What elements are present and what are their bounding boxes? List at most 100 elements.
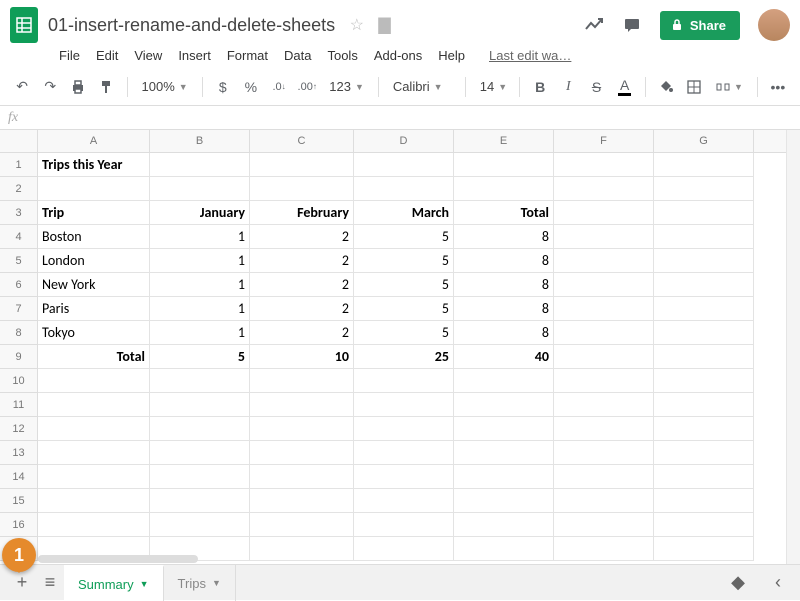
- cell[interactable]: [150, 513, 250, 537]
- cell[interactable]: [150, 369, 250, 393]
- cell[interactable]: [554, 345, 654, 369]
- cell[interactable]: [454, 417, 554, 441]
- explore-icon[interactable]: ◆: [724, 569, 752, 597]
- cell[interactable]: 40: [454, 345, 554, 369]
- cell[interactable]: [354, 513, 454, 537]
- font-select[interactable]: Calibri▼: [387, 76, 457, 97]
- cell[interactable]: [554, 465, 654, 489]
- row-header[interactable]: 1: [0, 153, 38, 177]
- currency-icon[interactable]: $: [211, 74, 235, 100]
- cell[interactable]: [654, 393, 754, 417]
- menu-data[interactable]: Data: [277, 44, 318, 67]
- undo-icon[interactable]: ↶: [10, 74, 34, 100]
- row-header[interactable]: 3: [0, 201, 38, 225]
- cell[interactable]: [654, 297, 754, 321]
- cell[interactable]: 8: [454, 249, 554, 273]
- cell[interactable]: [250, 393, 354, 417]
- cell[interactable]: [150, 465, 250, 489]
- cell[interactable]: [554, 321, 654, 345]
- cell[interactable]: [554, 273, 654, 297]
- cell[interactable]: [150, 393, 250, 417]
- cell[interactable]: 2: [250, 273, 354, 297]
- cell[interactable]: [250, 417, 354, 441]
- row-header[interactable]: 12: [0, 417, 38, 441]
- cell[interactable]: [38, 369, 150, 393]
- italic-icon[interactable]: I: [556, 74, 580, 100]
- cell[interactable]: [354, 465, 454, 489]
- cell[interactable]: [354, 489, 454, 513]
- cell[interactable]: [654, 225, 754, 249]
- comments-icon[interactable]: [622, 15, 642, 35]
- cell[interactable]: [554, 177, 654, 201]
- formula-bar[interactable]: fx: [0, 106, 800, 130]
- cell[interactable]: [654, 177, 754, 201]
- cell[interactable]: [554, 513, 654, 537]
- cell[interactable]: [38, 513, 150, 537]
- cell[interactable]: 1: [150, 225, 250, 249]
- user-avatar[interactable]: [758, 9, 790, 41]
- cell[interactable]: [654, 273, 754, 297]
- cell[interactable]: [38, 393, 150, 417]
- cell[interactable]: Boston: [38, 225, 150, 249]
- zoom-select[interactable]: 100%▼: [136, 76, 194, 97]
- cell[interactable]: [38, 489, 150, 513]
- cell[interactable]: 2: [250, 225, 354, 249]
- cell[interactable]: [250, 153, 354, 177]
- cell[interactable]: Tokyo: [38, 321, 150, 345]
- cell[interactable]: [554, 417, 654, 441]
- cell[interactable]: 8: [454, 273, 554, 297]
- bold-icon[interactable]: B: [528, 74, 552, 100]
- cell[interactable]: February: [250, 201, 354, 225]
- chevron-down-icon[interactable]: ▼: [212, 578, 221, 588]
- menu-edit[interactable]: Edit: [89, 44, 125, 67]
- menu-addons[interactable]: Add-ons: [367, 44, 429, 67]
- increase-decimal-icon[interactable]: .00↑: [295, 74, 319, 100]
- menu-insert[interactable]: Insert: [171, 44, 218, 67]
- cell[interactable]: 5: [354, 225, 454, 249]
- cell[interactable]: [554, 489, 654, 513]
- menu-view[interactable]: View: [127, 44, 169, 67]
- activity-trend-icon[interactable]: [584, 15, 604, 35]
- cell[interactable]: [38, 417, 150, 441]
- cell[interactable]: [554, 201, 654, 225]
- cell[interactable]: [454, 513, 554, 537]
- cell[interactable]: London: [38, 249, 150, 273]
- cell[interactable]: [454, 177, 554, 201]
- collapse-side-icon[interactable]: ‹: [764, 569, 792, 597]
- column-header[interactable]: E: [454, 130, 554, 152]
- cell[interactable]: [554, 369, 654, 393]
- cell[interactable]: [250, 177, 354, 201]
- horizontal-scrollbar[interactable]: [38, 554, 786, 564]
- merge-cells-icon[interactable]: ▼: [710, 77, 749, 97]
- row-header[interactable]: 15: [0, 489, 38, 513]
- cell[interactable]: [38, 441, 150, 465]
- cell[interactable]: [38, 465, 150, 489]
- cell[interactable]: [454, 465, 554, 489]
- menu-file[interactable]: File: [52, 44, 87, 67]
- cell[interactable]: [354, 417, 454, 441]
- row-header[interactable]: 6: [0, 273, 38, 297]
- cell[interactable]: [654, 249, 754, 273]
- row-header[interactable]: 14: [0, 465, 38, 489]
- cell[interactable]: 25: [354, 345, 454, 369]
- row-header[interactable]: 10: [0, 369, 38, 393]
- cell[interactable]: 10: [250, 345, 354, 369]
- cell[interactable]: [554, 225, 654, 249]
- cell[interactable]: [454, 489, 554, 513]
- number-format-select[interactable]: 123▼: [323, 76, 370, 97]
- cell[interactable]: January: [150, 201, 250, 225]
- cell[interactable]: [654, 345, 754, 369]
- column-header[interactable]: C: [250, 130, 354, 152]
- cell[interactable]: 5: [354, 273, 454, 297]
- strikethrough-icon[interactable]: S: [584, 74, 608, 100]
- font-size-select[interactable]: 14▼: [474, 76, 511, 97]
- cell[interactable]: [454, 393, 554, 417]
- last-edit-link[interactable]: Last edit wa…: [482, 44, 578, 67]
- cell[interactable]: Trip: [38, 201, 150, 225]
- more-icon[interactable]: •••: [766, 74, 790, 100]
- cell[interactable]: March: [354, 201, 454, 225]
- column-header[interactable]: A: [38, 130, 150, 152]
- vertical-scrollbar[interactable]: [786, 130, 800, 564]
- cell[interactable]: [250, 489, 354, 513]
- cell[interactable]: [38, 177, 150, 201]
